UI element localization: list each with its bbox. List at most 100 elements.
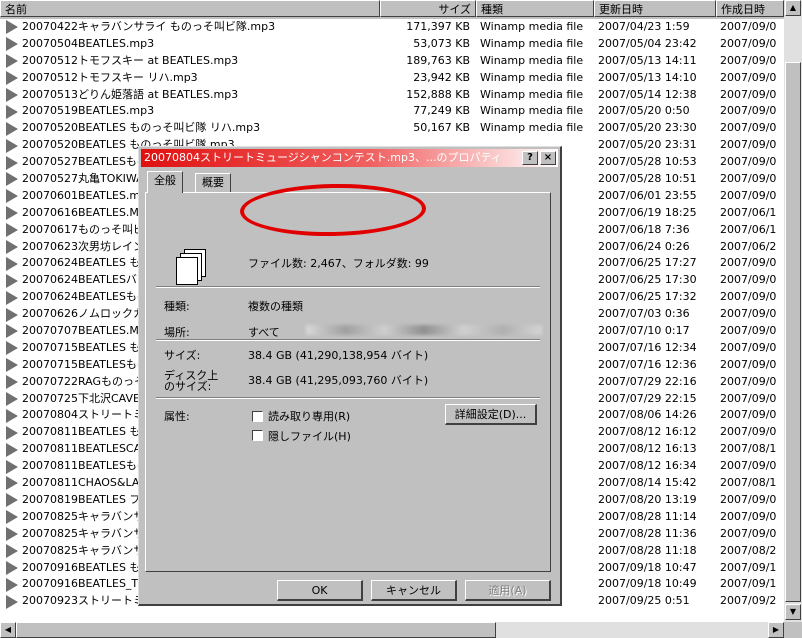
audio-file-icon: [6, 459, 18, 474]
file-modified-cell: 2007/07/29 22:16: [598, 374, 697, 388]
size-label: サイズ:: [164, 349, 201, 362]
audio-file-icon: [6, 37, 18, 52]
file-size-cell: 189,763 KB: [406, 53, 470, 67]
audio-file-icon: [6, 121, 18, 136]
file-modified-cell: 2007/05/28 10:51: [598, 172, 697, 186]
file-modified-cell: 2007/05/13 14:10: [598, 70, 697, 84]
table-row[interactable]: 20070504BEATLES.mp3 53,073 KB Winamp media…: [0, 36, 784, 53]
file-type-cell: Winamp media file: [480, 53, 584, 67]
audio-file-icon: [6, 408, 18, 423]
file-created-cell: 2007/09/1: [720, 560, 777, 574]
file-created-cell: 2007/09/0: [720, 138, 777, 152]
audio-file-icon: [6, 476, 18, 491]
column-name-header[interactable]: 名前: [0, 0, 380, 17]
file-created-cell: 2007/06/1: [720, 205, 777, 219]
file-modified-cell: 2007/08/28 11:36: [598, 526, 697, 540]
file-created-cell: 2007/09/0: [720, 121, 777, 135]
file-modified-cell: 2007/09/18 10:47: [598, 560, 697, 574]
file-created-cell: 2007/09/0: [720, 324, 777, 338]
file-size-cell: 77,249 KB: [413, 104, 470, 118]
vertical-scroll-thumb[interactable]: [785, 62, 801, 602]
audio-file-icon: [6, 392, 18, 407]
file-modified-cell: 2007/07/03 0:36: [598, 307, 690, 321]
audio-file-icon: [6, 240, 18, 255]
table-row[interactable]: 20070520BEATLES ものっそ叫ビ隊 リハ.mp3 50,167 KB W…: [0, 120, 784, 137]
file-size-cell: 171,397 KB: [406, 20, 470, 33]
scroll-down-icon[interactable]: ▼: [785, 604, 801, 620]
column-size-header[interactable]: サイズ: [380, 0, 476, 17]
file-folder-count: ファイル数: 2,467、フォルダ数: 99: [248, 257, 429, 270]
table-row[interactable]: 20070513どりん姫落語 at BEATLES.mp3 152,888 KB W…: [0, 87, 784, 104]
file-modified-cell: 2007/07/16 12:36: [598, 357, 697, 371]
file-modified-cell: 2007/05/13 14:11: [598, 53, 697, 67]
audio-file-icon: [6, 189, 18, 204]
audio-file-icon: [6, 256, 18, 271]
scroll-up-icon[interactable]: ▲: [785, 0, 801, 16]
disk-size-value: 38.4 GB (41,295,093,760 バイト): [248, 374, 429, 387]
dialog-titlebar[interactable]: 20070804ストリートミュージシャンコンテスト.mp3、...のプロパティ …: [141, 149, 558, 167]
file-modified-cell: 2007/08/28 11:18: [598, 543, 697, 557]
audio-file-icon: [6, 510, 18, 525]
file-created-cell: 2007/06/2: [720, 239, 777, 253]
table-row[interactable]: 20070512トモフスキー リハ.mp3 23,942 KB Winamp med…: [0, 70, 784, 87]
file-created-cell: 2007/08/1: [720, 476, 777, 490]
file-name-cell: 20070520BEATLES ものっそ叫ビ隊 リハ.mp3: [0, 120, 380, 137]
audio-file-icon: [6, 358, 18, 373]
help-button[interactable]: ?: [522, 151, 538, 165]
ok-button[interactable]: OK: [277, 580, 363, 601]
column-header: 名前 サイズ 種類 更新日時 作成日時: [0, 0, 784, 19]
file-created-cell: 2007/09/1: [720, 577, 777, 591]
hidden-label[interactable]: 隠しファイル(H): [268, 428, 351, 444]
file-created-cell: 2007/06/1: [720, 222, 777, 236]
file-created-cell: 2007/09/0: [720, 357, 777, 371]
file-modified-cell: 2007/07/29 22:15: [598, 391, 697, 405]
audio-file-icon: [6, 577, 18, 592]
file-created-cell: 2007/09/0: [720, 70, 777, 84]
horizontal-scrollbar[interactable]: ◀ ▶: [0, 622, 784, 638]
file-created-cell: 2007/09/0: [720, 290, 777, 304]
column-modified-header[interactable]: 更新日時: [594, 0, 716, 17]
table-row[interactable]: 20070422キャラバンサライ ものっそ叫ビ隊.mp3 171,397 KB Wi…: [0, 19, 784, 36]
table-row[interactable]: 20070519BEATLES.mp3 77,249 KB Winamp media…: [0, 103, 784, 120]
column-created-header[interactable]: 作成日時: [716, 0, 784, 17]
hidden-checkbox[interactable]: [252, 430, 263, 441]
apply-button[interactable]: 適用(A): [465, 580, 551, 601]
table-row[interactable]: 20070512トモフスキー at BEATLES.mp3 189,763 KB W…: [0, 53, 784, 70]
file-name-cell: 20070504BEATLES.mp3: [0, 36, 380, 53]
file-created-cell: 2007/09/2: [720, 594, 777, 608]
file-name-cell: 20070512トモフスキー at BEATLES.mp3: [0, 53, 380, 70]
file-created-cell: 2007/09/0: [720, 256, 777, 270]
scroll-right-icon[interactable]: ▶: [768, 622, 784, 638]
advanced-button[interactable]: 詳細設定(D)...: [445, 404, 537, 425]
file-created-cell: 2007/09/0: [720, 104, 777, 118]
file-created-cell: 2007/09/0: [720, 340, 777, 354]
type-label: 種類:: [164, 300, 190, 313]
horizontal-scroll-thumb[interactable]: [16, 622, 496, 638]
file-modified-cell: 2007/05/20 0:50: [598, 104, 690, 118]
file-modified-cell: 2007/08/14 15:42: [598, 476, 697, 490]
separator: [156, 339, 540, 341]
separator: [156, 286, 540, 288]
type-value: 複数の種類: [248, 300, 303, 313]
location-value: すべて: [248, 326, 280, 339]
audio-file-icon: [6, 442, 18, 457]
tab-general[interactable]: 全般: [147, 171, 183, 193]
file-created-cell: 2007/09/0: [720, 459, 777, 473]
location-label: 場所:: [164, 326, 190, 339]
tab-summary[interactable]: 概要: [195, 173, 231, 193]
multiple-files-icon: [176, 249, 206, 285]
audio-file-icon: [6, 375, 18, 390]
readonly-label[interactable]: 読み取り専用(R): [268, 408, 350, 424]
column-type-header[interactable]: 種類: [476, 0, 594, 17]
readonly-checkbox[interactable]: [252, 411, 263, 422]
close-button[interactable]: ×: [540, 151, 556, 165]
vertical-scrollbar[interactable]: ▲ ▼: [784, 0, 802, 622]
audio-file-icon: [6, 104, 18, 119]
file-name-cell: 20070513どりん姫落語 at BEATLES.mp3: [0, 87, 380, 104]
scroll-left-icon[interactable]: ◀: [0, 622, 16, 638]
audio-file-icon: [6, 544, 18, 559]
cancel-button[interactable]: キャンセル: [371, 580, 457, 601]
file-created-cell: 2007/09/0: [720, 391, 777, 405]
file-modified-cell: 2007/06/01 23:55: [598, 188, 697, 202]
file-created-cell: 2007/09/0: [720, 509, 777, 523]
